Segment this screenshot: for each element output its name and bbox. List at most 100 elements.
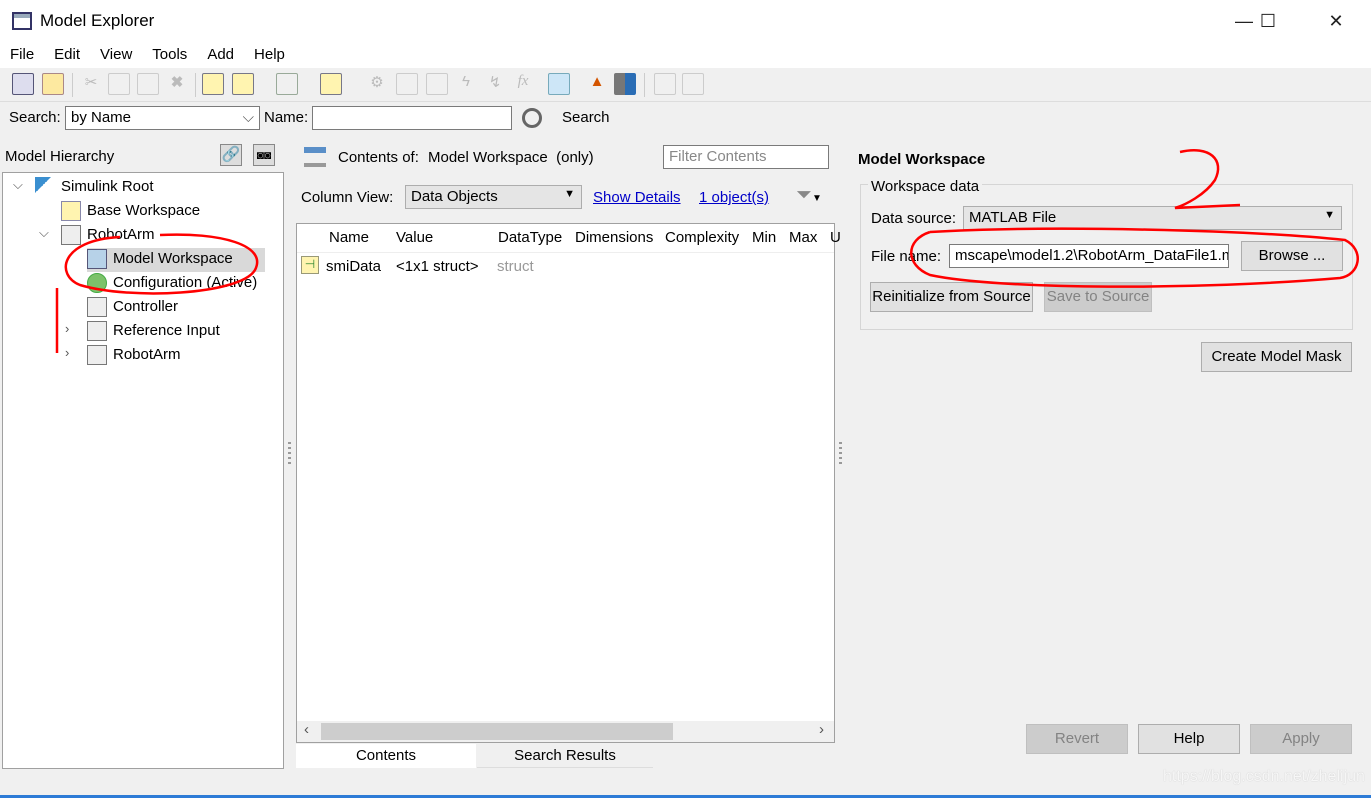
signal-icon[interactable] <box>276 73 298 95</box>
column-header[interactable]: Name <box>329 229 369 246</box>
create-model-mask-button[interactable]: Create Model Mask <box>1201 342 1352 372</box>
filter-icon[interactable] <box>654 73 676 95</box>
menu-view[interactable]: View <box>90 42 142 68</box>
config-icon[interactable]: ⚙ <box>366 73 388 95</box>
menu-file[interactable]: File <box>0 42 44 68</box>
tree-item-reference-input[interactable]: › Reference Input <box>65 321 220 343</box>
filter-icon[interactable]: ⏷▼ <box>796 184 822 207</box>
search-label: Search: <box>9 109 61 126</box>
search-bar: Search: by Name ⌵ Name: Search <box>0 102 1371 134</box>
file-name-label: File name: <box>871 248 942 265</box>
column-header[interactable]: Value <box>396 229 433 246</box>
subsystem-icon <box>87 297 107 317</box>
scroll-left-icon[interactable]: ‹ <box>304 721 309 738</box>
mask-icon[interactable]: ◙◙ <box>253 144 275 166</box>
column-header[interactable]: U <box>830 229 841 246</box>
tree-item-base-workspace[interactable]: Base Workspace <box>61 201 200 223</box>
tab-search-results[interactable]: Search Results <box>477 744 653 768</box>
column-header[interactable]: Max <box>789 229 817 246</box>
menu-tools[interactable]: Tools <box>142 42 197 68</box>
chevron-down-icon[interactable]: ⌵ <box>39 225 49 241</box>
event-icon[interactable]: ϟ <box>455 73 477 95</box>
function-icon[interactable]: fx <box>512 73 534 95</box>
column-view-select[interactable]: Data Objects ▼ <box>405 185 582 209</box>
workspace-icon[interactable] <box>202 73 224 95</box>
tree-item-robotarm-subsystem[interactable]: › RobotArm <box>65 345 181 367</box>
binary-icon[interactable] <box>426 73 448 95</box>
column-view-value: Data Objects <box>411 188 498 205</box>
column-view-label: Column View: <box>301 189 394 206</box>
column-header[interactable]: Dimensions <box>575 229 653 246</box>
tree-item-robotarm[interactable]: ⌵ RobotArm <box>39 225 155 247</box>
column-header[interactable]: Complexity <box>665 229 739 246</box>
filter-contents-input[interactable]: Filter Contents <box>663 145 829 169</box>
show-details-link[interactable]: Show Details <box>593 189 681 206</box>
scroll-right-icon[interactable]: › <box>819 721 824 738</box>
data-icon[interactable] <box>232 73 254 95</box>
chevron-right-icon[interactable]: › <box>65 345 69 360</box>
tree-item-model-workspace[interactable]: Model Workspace <box>87 248 265 272</box>
open-folder-icon[interactable] <box>42 73 64 95</box>
reinitialize-button[interactable]: Reinitialize from Source <box>870 282 1033 312</box>
model-hierarchy-panel: Model Hierarchy 🔗 ◙◙ ⌵ Simulink Root Base… <box>0 140 285 770</box>
chevron-down-icon[interactable]: ⌵ <box>13 177 23 193</box>
paste-icon[interactable] <box>137 73 159 95</box>
menu-edit[interactable]: Edit <box>44 42 90 68</box>
browse-button[interactable]: Browse ... <box>1241 241 1343 271</box>
tree-item-simulink-root[interactable]: ⌵ Simulink Root <box>13 177 154 199</box>
horizontal-scrollbar[interactable]: ‹ › <box>297 721 834 742</box>
matlab-icon[interactable]: ▲ <box>586 73 608 95</box>
scrollbar-thumb[interactable] <box>321 723 673 740</box>
toolbar: ✂ ✖ ⚙ ϟ ↯ fx ▲ <box>0 68 1371 102</box>
bus-icon[interactable] <box>320 73 342 95</box>
apply-button: Apply <box>1250 724 1352 754</box>
tree-item-controller[interactable]: Controller <box>87 297 178 319</box>
search-icon[interactable] <box>522 108 542 128</box>
close-button[interactable]: ✕ <box>1313 6 1359 36</box>
object-count-link[interactable]: 1 object(s) <box>699 189 769 206</box>
splitter-handle[interactable] <box>288 442 291 466</box>
table-row[interactable]: ⊣ smiData <1x1 struct> struct <box>297 254 834 278</box>
struct-icon: ⊣ <box>301 256 319 274</box>
help-button[interactable]: Help <box>1138 724 1240 754</box>
stateflow-icon[interactable]: ↯ <box>484 73 506 95</box>
simulink-library-icon[interactable] <box>614 73 636 95</box>
menu-add[interactable]: Add <box>197 42 244 68</box>
name-input[interactable] <box>312 106 512 130</box>
column-view-icon[interactable] <box>548 73 570 95</box>
dropdown-arrow-icon: ▼ <box>1324 209 1335 221</box>
chevron-right-icon[interactable]: › <box>65 321 69 336</box>
tree-item-label: Simulink Root <box>61 177 154 195</box>
delete-icon[interactable]: ✖ <box>166 73 188 95</box>
data-source-value: MATLAB File <box>969 209 1057 226</box>
panel-title: Model Workspace <box>858 151 986 168</box>
search-button[interactable]: Search <box>562 109 610 126</box>
tree-item-configuration[interactable]: Configuration (Active) <box>87 273 257 295</box>
contents-of-label: Contents of: <box>338 149 419 166</box>
column-header[interactable]: DataType <box>498 229 562 246</box>
maximize-button[interactable]: ☐ <box>1245 6 1291 36</box>
link-icon[interactable]: 🔗 <box>220 144 242 166</box>
configuration-icon <box>87 273 107 293</box>
simulink-root-icon <box>35 177 55 197</box>
hierarchy-icon <box>304 147 326 167</box>
cut-icon[interactable]: ✂ <box>80 73 102 95</box>
new-model-icon[interactable] <box>12 73 34 95</box>
target-icon[interactable] <box>396 73 418 95</box>
search-mode-select[interactable]: by Name ⌵ <box>65 106 260 130</box>
cell-value: <1x1 struct> <box>396 258 479 275</box>
report-icon[interactable] <box>682 73 704 95</box>
column-header[interactable]: Min <box>752 229 776 246</box>
cell-name: smiData <box>326 258 382 275</box>
cell-datatype: struct <box>497 258 534 275</box>
menu-help[interactable]: Help <box>244 42 295 68</box>
tab-contents[interactable]: Contents <box>296 744 476 768</box>
copy-icon[interactable] <box>108 73 130 95</box>
contents-table: Name Value DataType Dimensions Complexit… <box>296 223 841 743</box>
file-name-input[interactable]: mscape\model1.2\RobotArm_DataFile1.m <box>949 244 1229 268</box>
model-workspace-icon <box>87 249 107 269</box>
group-title: Workspace data <box>868 178 983 195</box>
name-label: Name: <box>264 109 309 126</box>
data-source-select[interactable]: MATLAB File ▼ <box>963 206 1342 230</box>
splitter-handle[interactable] <box>839 442 842 466</box>
